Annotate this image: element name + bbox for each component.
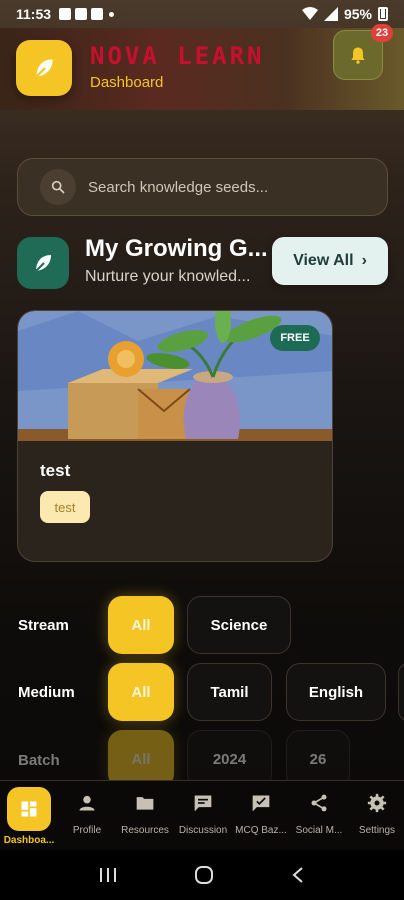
- person-icon: [79, 795, 95, 811]
- dashboard-icon: [7, 787, 51, 831]
- page-title: Dashboard: [90, 74, 164, 91]
- nav-label: Settings: [358, 825, 396, 836]
- bottom-navigation: Dashboa... Profile Resources Discussion …: [0, 780, 404, 850]
- nav-label: Dashboa...: [3, 835, 55, 846]
- gallery-icon: [59, 8, 72, 20]
- facebook-icon: [91, 8, 104, 20]
- gear-icon: [367, 793, 387, 813]
- course-title: test: [40, 461, 71, 480]
- chip-medium-overflow[interactable]: [398, 663, 404, 721]
- course-card[interactable]: FREE test test: [17, 310, 333, 562]
- bell-icon: [351, 47, 365, 64]
- section-subtitle: Nurture your knowled...: [85, 268, 251, 285]
- app-logo: [16, 40, 72, 96]
- wifi-icon: [301, 7, 318, 20]
- nav-item-resources[interactable]: Resources: [116, 781, 174, 850]
- section-header: My Growing G... Nurture your knowled... …: [17, 235, 388, 290]
- quiz-icon: [252, 795, 270, 812]
- chat-icon: [194, 795, 212, 812]
- nav-item-mcq[interactable]: MCQ Baz...: [232, 781, 290, 850]
- nav-label: Profile: [72, 825, 102, 836]
- nav-item-discussion[interactable]: Discussion: [174, 781, 232, 850]
- section-leaf-tile: [17, 237, 69, 289]
- chip-medium-tamil[interactable]: Tamil: [187, 663, 272, 721]
- battery-percent: 95%: [343, 6, 372, 22]
- nav-label: Resources: [121, 825, 169, 836]
- nav-item-social[interactable]: Social M...: [290, 781, 348, 850]
- nav-item-settings[interactable]: Settings: [348, 781, 404, 850]
- search-input[interactable]: [88, 178, 358, 196]
- status-time: 11:53: [16, 6, 52, 22]
- leaf-icon: [35, 255, 51, 272]
- checkbox-icon: [75, 8, 88, 20]
- app-name: NOVA LEARN: [90, 42, 265, 70]
- view-all-button[interactable]: View All ›: [272, 237, 388, 285]
- chip-medium-all[interactable]: All: [108, 663, 174, 721]
- chip-medium-english[interactable]: English: [286, 663, 386, 721]
- system-navigation-bar: [0, 850, 404, 900]
- nav-label: Discussion: [178, 825, 228, 836]
- filter-label-medium: Medium: [18, 684, 75, 701]
- section-title: My Growing G...: [85, 235, 268, 262]
- share-icon: [311, 794, 327, 812]
- app-header: NOVA LEARN Dashboard 23: [0, 24, 404, 110]
- notification-badge: 23: [371, 24, 393, 42]
- folder-icon: [136, 797, 154, 810]
- nav-item-dashboard[interactable]: Dashboa...: [0, 781, 58, 850]
- battery-icon: [378, 7, 388, 21]
- signal-icon: [323, 7, 338, 21]
- back-icon[interactable]: [291, 866, 305, 884]
- chevron-right-icon: ›: [361, 252, 367, 269]
- filter-row-medium: Medium All Tamil English: [0, 663, 404, 723]
- chip-stream-science[interactable]: Science: [187, 596, 291, 654]
- nav-label: MCQ Baz...: [235, 825, 287, 836]
- status-bar: 11:53 95%: [0, 0, 404, 28]
- filter-label-stream: Stream: [18, 617, 69, 634]
- more-notifications-icon: [109, 11, 115, 17]
- free-badge: FREE: [270, 325, 320, 351]
- filter-row-stream: Stream All Science: [0, 596, 404, 656]
- nav-item-profile[interactable]: Profile: [58, 781, 116, 850]
- view-all-label: View All: [293, 252, 354, 269]
- search-bar[interactable]: [17, 158, 388, 216]
- home-icon[interactable]: [194, 865, 214, 885]
- recent-apps-icon[interactable]: [99, 867, 117, 883]
- filter-label-batch: Batch: [18, 752, 60, 769]
- chip-stream-all[interactable]: All: [108, 596, 174, 654]
- course-tag: test: [40, 491, 90, 523]
- leaf-icon: [35, 59, 53, 78]
- nav-label: Social M...: [295, 825, 343, 836]
- search-icon: [40, 169, 76, 205]
